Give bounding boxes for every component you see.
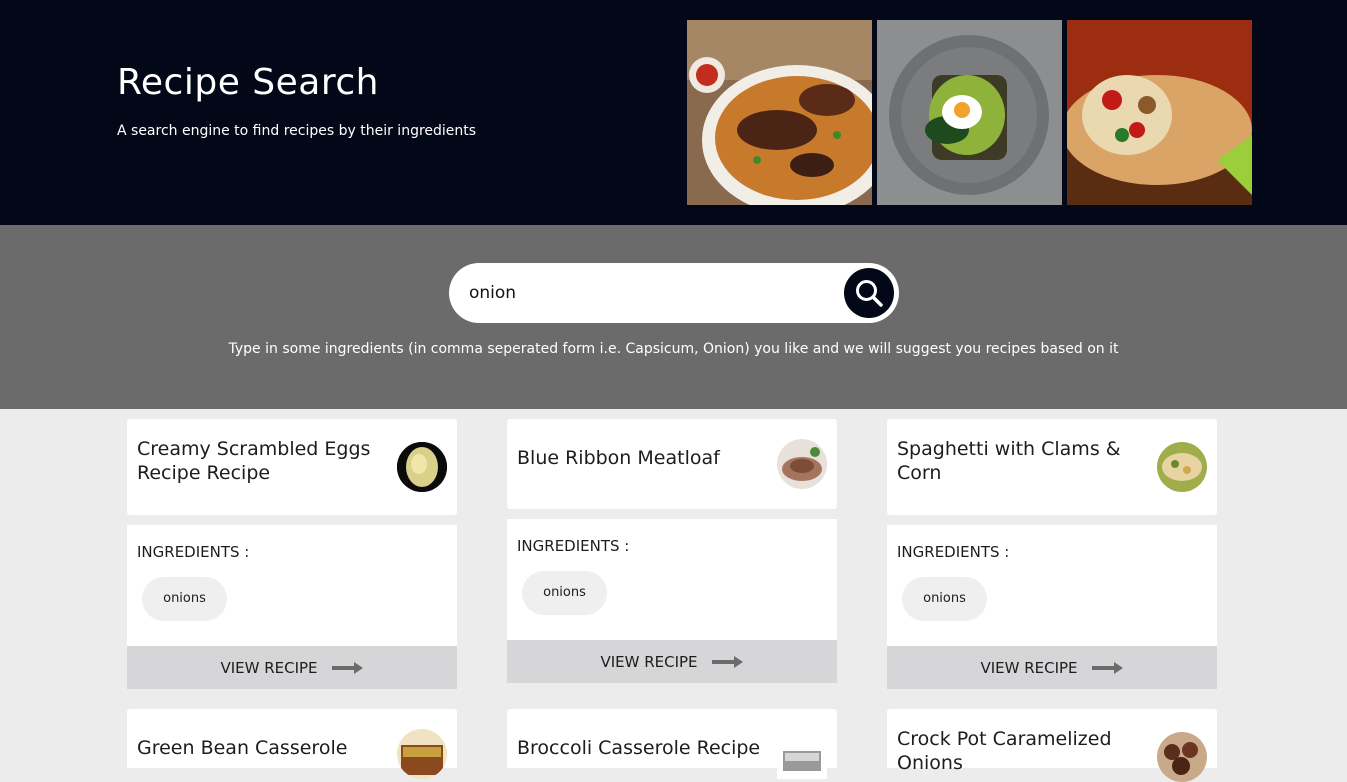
recipe-title[interactable]: Blue Ribbon Meatloaf <box>517 446 767 470</box>
view-recipe-button[interactable]: VIEW RECIPE <box>507 640 837 683</box>
ingredients-label: INGREDIENTS : <box>137 543 250 561</box>
search-button[interactable] <box>844 268 894 318</box>
recipe-card-header[interactable]: Broccoli Casserole Recipe <box>507 709 837 779</box>
arrow-right-icon <box>331 661 363 674</box>
hero-image-burrito <box>1067 20 1252 205</box>
page-subtitle: A search engine to find recipes by their… <box>117 123 477 139</box>
search-hint: Type in some ingredients (in comma seper… <box>228 341 1119 357</box>
recipe-card-body: INGREDIENTS : onions VIEW RECIPE <box>887 525 1217 689</box>
recipe-title[interactable]: Creamy Scrambled Eggs Recipe Recipe <box>137 437 387 485</box>
view-recipe-button[interactable]: VIEW RECIPE <box>127 646 457 689</box>
ingredient-chip: onions <box>902 577 987 621</box>
ingredients-label: INGREDIENTS : <box>517 537 630 555</box>
view-recipe-label: VIEW RECIPE <box>980 658 1078 677</box>
hero-image-avocado-toast <box>877 20 1062 205</box>
recipe-card-body: INGREDIENTS : onions VIEW RECIPE <box>507 519 837 683</box>
recipe-card-header[interactable]: Blue Ribbon Meatloaf <box>507 419 837 509</box>
view-recipe-button[interactable]: VIEW RECIPE <box>887 646 1217 689</box>
search-bar <box>449 263 899 323</box>
recipe-card-header[interactable]: Crock Pot Caramelized Onions <box>887 709 1217 782</box>
recipe-thumbnail <box>777 439 827 489</box>
recipe-title[interactable]: Spaghetti with Clams & Corn <box>897 437 1147 485</box>
search-section: Type in some ingredients (in comma seper… <box>0 225 1347 409</box>
recipe-card-body: INGREDIENTS : onions VIEW RECIPE <box>127 525 457 689</box>
recipe-card-header[interactable]: Creamy Scrambled Eggs Recipe Recipe <box>127 419 457 515</box>
search-input[interactable] <box>469 277 829 309</box>
page-title: Recipe Search <box>117 62 379 103</box>
recipe-card-header[interactable]: Spaghetti with Clams & Corn <box>887 419 1217 515</box>
hero-image-biryani <box>687 20 872 205</box>
arrow-right-icon <box>711 655 743 668</box>
hero-header: Recipe Search A search engine to find re… <box>0 0 1347 225</box>
recipe-title[interactable]: Green Bean Casserole <box>137 736 387 760</box>
ingredient-chip: onions <box>142 577 227 621</box>
view-recipe-label: VIEW RECIPE <box>220 658 318 677</box>
magnifier-icon <box>856 280 883 307</box>
recipe-card-header[interactable]: Green Bean Casserole <box>127 709 457 779</box>
recipe-thumbnail <box>777 729 827 779</box>
recipe-thumbnail <box>397 729 447 779</box>
view-recipe-label: VIEW RECIPE <box>600 652 698 671</box>
recipe-thumbnail <box>1157 732 1207 782</box>
recipe-thumbnail <box>397 442 447 492</box>
ingredients-label: INGREDIENTS : <box>897 543 1010 561</box>
arrow-right-icon <box>1091 661 1123 674</box>
recipe-thumbnail <box>1157 442 1207 492</box>
ingredient-chip: onions <box>522 571 607 615</box>
recipe-title[interactable]: Broccoli Casserole Recipe <box>517 736 767 760</box>
